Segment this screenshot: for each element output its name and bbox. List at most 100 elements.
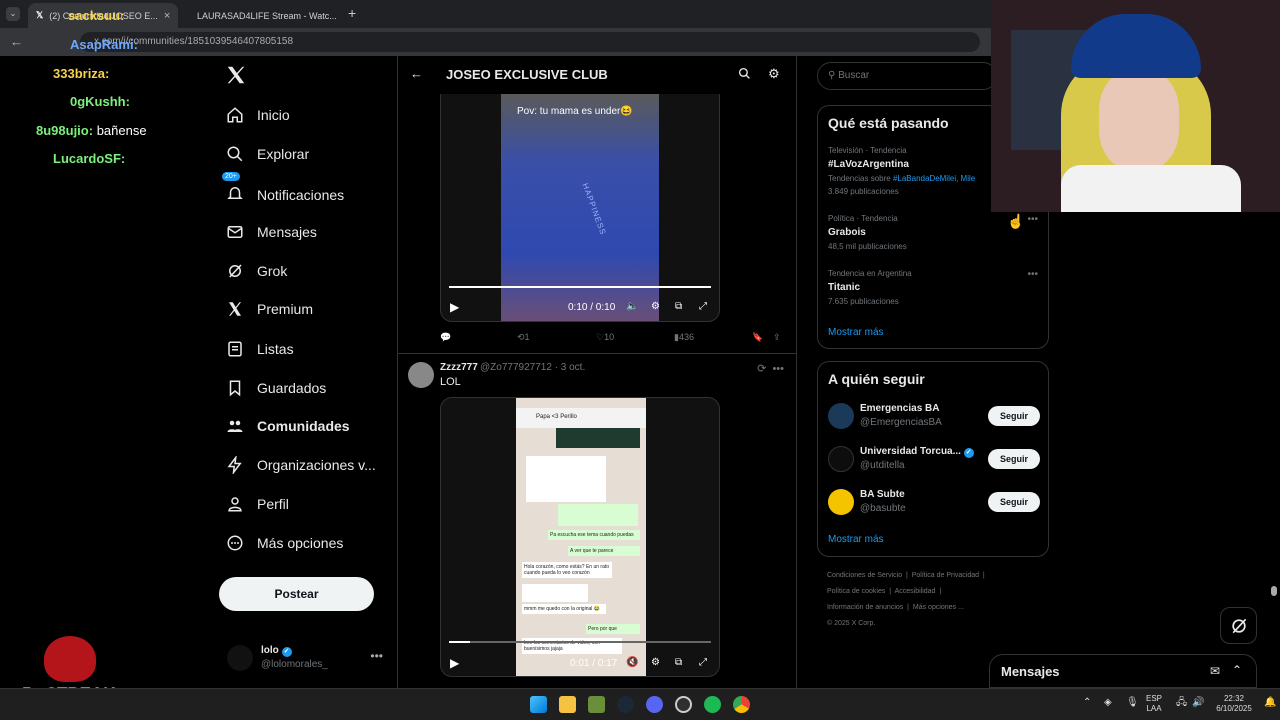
nav-listas[interactable]: Listas (226, 340, 294, 358)
footer-link[interactable]: Condiciones de Servicio (827, 572, 902, 579)
nav-comunidades[interactable]: Comunidades (226, 417, 350, 435)
video-caption: Pov: tu mama es under😆 (517, 106, 633, 117)
person-icon (228, 497, 242, 512)
avatar[interactable] (408, 362, 434, 388)
footer-link[interactable]: Información de anuncios (827, 604, 903, 611)
search-input[interactable]: ⚲ Buscar (817, 62, 997, 90)
search-icon[interactable] (738, 67, 751, 80)
nav-perfil[interactable]: Perfil (226, 495, 289, 513)
nav-inicio[interactable]: Inicio (226, 106, 290, 124)
messages-drawer[interactable]: Mensajes ✉ ⌃ (989, 654, 1257, 688)
reply-icon[interactable]: 💬 (440, 332, 451, 343)
chat-link-bubble (522, 584, 588, 602)
nav-premium[interactable]: Premium (226, 300, 313, 318)
nav-guardados[interactable]: Guardados (226, 379, 326, 397)
new-tab-button[interactable]: + (348, 5, 356, 21)
play-icon[interactable]: ▶ (450, 300, 459, 314)
follow-suggestion[interactable]: BA Subte @basubte Seguir (828, 487, 1040, 517)
language-indicator[interactable]: ESP LAA (1146, 694, 1162, 714)
play-icon[interactable]: ▶ (450, 656, 459, 670)
screen: ⌄ 𝕏 (2) Comunidad JOSEO E... × LAURASAD4… (0, 0, 1280, 720)
more-icon[interactable]: ••• (1027, 214, 1038, 225)
repost-button[interactable]: ⟲ 1 (517, 332, 530, 343)
close-icon[interactable]: × (164, 10, 170, 22)
follow-suggestion[interactable]: Emergencias BA @EmergenciasBA Seguir (828, 401, 1040, 431)
back-arrow-icon[interactable]: ← (410, 66, 423, 81)
windows-start-icon[interactable] (530, 696, 547, 713)
scrollbar[interactable] (1271, 586, 1277, 596)
views-button[interactable]: ▮ 436 (674, 332, 694, 343)
nav-mensajes[interactable]: Mensajes (226, 223, 317, 241)
grok-button[interactable] (1220, 607, 1257, 644)
chevron-up-icon[interactable]: ⌃ (1232, 663, 1242, 677)
discord-icon[interactable] (646, 696, 663, 713)
notification-bell-icon[interactable]: 🔔 (1264, 698, 1276, 708)
video-player[interactable]: Papa <3 Perillo Pa escucha ese tema cuan… (440, 397, 720, 677)
bookmark-icon[interactable]: 🔖 (752, 332, 763, 343)
footer-link[interactable]: Política de Privacidad (912, 572, 979, 579)
bell-icon (227, 187, 243, 199)
nav-explorar[interactable]: Explorar (226, 145, 309, 163)
follow-button[interactable]: Seguir (988, 406, 1040, 426)
follow-handle: @utditella (860, 460, 905, 471)
pip-icon[interactable]: ⧉ (675, 301, 682, 312)
video-player[interactable]: Pov: tu mama es under😆 HAPPINESS ▶ 0:10 … (440, 94, 720, 322)
more-icon[interactable]: ••• (370, 649, 383, 663)
file-explorer-icon[interactable] (559, 696, 576, 713)
spotify-icon[interactable] (704, 696, 721, 713)
clock[interactable]: 22:32 6/10/2025 (1212, 694, 1256, 714)
tray-app-icon[interactable]: ◈ (1104, 698, 1112, 708)
post-button[interactable]: Postear (219, 577, 374, 611)
webcam-shirt (1061, 165, 1241, 212)
app-icon[interactable] (588, 696, 605, 713)
tab-search-icon[interactable]: ⌄ (6, 7, 20, 21)
account-switcher[interactable]: lolo ✓ @lolomorales_ ••• (227, 643, 387, 673)
post-divider (398, 353, 796, 354)
x-logo-icon[interactable] (225, 64, 247, 86)
follow-button[interactable]: Seguir (988, 492, 1040, 512)
fullscreen-icon[interactable]: ⤢ (699, 657, 707, 668)
avatar (227, 645, 253, 671)
video-progress[interactable] (449, 286, 711, 288)
show-more-link[interactable]: Mostrar más (828, 534, 884, 545)
volume-icon[interactable]: 🔈 (626, 301, 638, 312)
chrome-icon[interactable] (733, 696, 750, 713)
account-handle: @lolomorales_ (261, 659, 328, 670)
pip-icon[interactable]: ⧉ (675, 657, 682, 668)
trend-item[interactable]: Tendencia en Argentina Titanic 7.635 pub… (828, 269, 1038, 306)
community-title: JOSEO EXCLUSIVE CLUB (446, 67, 608, 82)
gear-icon[interactable]: ⚙ (768, 66, 780, 82)
video-progress[interactable] (449, 641, 711, 643)
new-message-icon[interactable]: ✉ (1210, 664, 1220, 678)
footer-link[interactable]: Más opciones ... (913, 604, 964, 611)
trend-extra-link[interactable]: #LaBandaDeMilei, Mile (893, 174, 975, 183)
nav-notificaciones[interactable]: 20+ Notificaciones (222, 172, 344, 205)
chat-screenshot: Papa <3 Perillo Pa escucha ese tema cuan… (516, 398, 646, 676)
back-arrow-icon[interactable]: ← (10, 34, 23, 49)
url-field[interactable]: x.com/i/communities/1851039546407805158 (80, 32, 980, 52)
footer-link[interactable]: Política de cookies (827, 588, 885, 595)
follow-suggestion[interactable]: Universidad Torcua... ✓ @utditella Segui… (828, 444, 1040, 474)
settings-icon[interactable]: ⚙ (651, 657, 660, 668)
like-button[interactable]: ♡ 10 (596, 332, 614, 343)
more-icon[interactable]: ⟳ ••• (757, 362, 784, 375)
network-icon[interactable]: 🖧 (1176, 698, 1187, 708)
show-more-link[interactable]: Mostrar más (828, 327, 884, 338)
author-name[interactable]: Zzzz777 (440, 362, 478, 373)
steam-icon[interactable] (617, 696, 634, 713)
nav-mas-opciones[interactable]: Más opciones (226, 534, 343, 552)
mute-icon[interactable]: 🔇 (626, 657, 638, 668)
nav-organizaciones[interactable]: Organizaciones v... (226, 456, 376, 474)
nav-grok[interactable]: Grok (226, 262, 287, 280)
settings-icon[interactable]: ⚙ (651, 301, 660, 312)
fullscreen-icon[interactable]: ⤢ (699, 301, 707, 312)
tray-mic-icon[interactable]: 🎙 (1126, 698, 1139, 708)
follow-button[interactable]: Seguir (988, 449, 1040, 469)
more-icon[interactable]: ••• (1027, 269, 1038, 280)
tab-stream[interactable]: LAURASAD4LIFE Stream - Watc... × (183, 3, 343, 28)
share-icon[interactable]: ⇪ (773, 332, 781, 343)
tray-chevron-icon[interactable]: ⌃ (1083, 698, 1091, 708)
volume-icon[interactable]: 🔊 (1192, 698, 1204, 708)
obs-icon[interactable] (675, 696, 692, 713)
footer-link[interactable]: Accesibilidad (895, 588, 936, 595)
